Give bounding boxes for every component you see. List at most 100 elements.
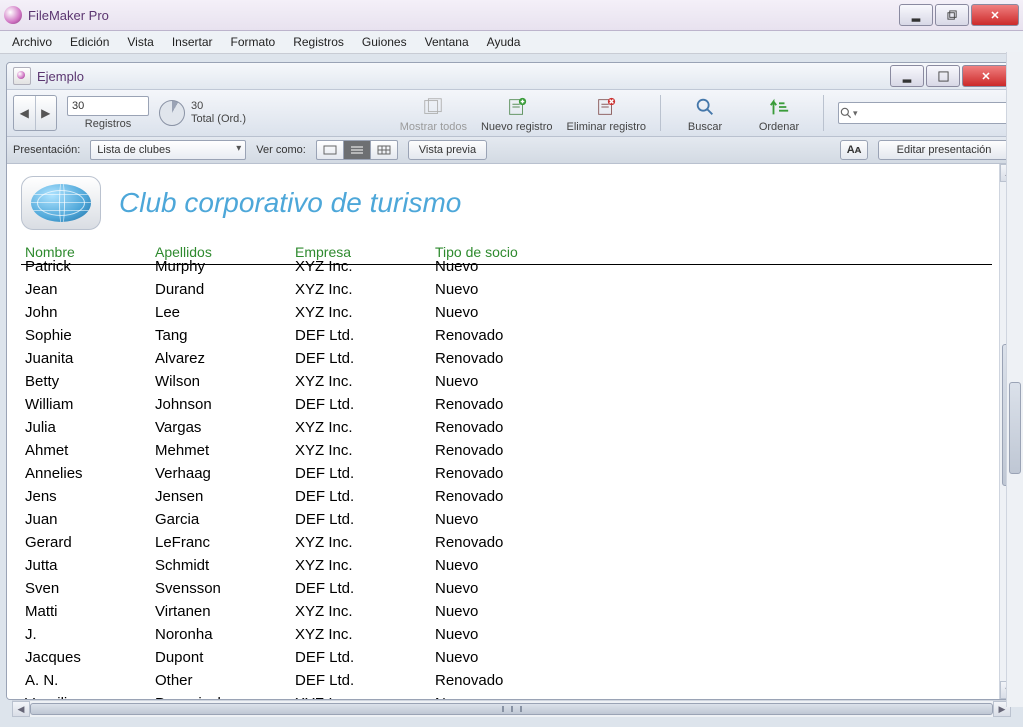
next-record-icon[interactable]: ▶ [36,96,57,130]
view-form-button[interactable] [316,140,344,160]
cell-apellidos[interactable]: Mehmet [151,439,291,462]
cell-tipo[interactable]: Nuevo [431,646,591,669]
table-row[interactable]: WilliamJohnsonDEF Ltd.Renovado [21,393,992,416]
table-row[interactable]: JensJensenDEF Ltd.Renovado [21,485,992,508]
cell-apellidos[interactable]: Wilson [151,370,291,393]
cell-empresa[interactable]: DEF Ltd. [291,485,431,508]
cell-empresa[interactable]: XYZ Inc. [291,416,431,439]
cell-empresa[interactable]: DEF Ltd. [291,669,431,692]
cell-tipo[interactable]: Nuevo [431,301,591,324]
cell-apellidos[interactable]: Papanicolaou [151,692,291,699]
cell-empresa[interactable]: XYZ Inc. [291,439,431,462]
table-row[interactable]: JohnLeeXYZ Inc.Nuevo [21,301,992,324]
menu-registros[interactable]: Registros [285,33,352,51]
cell-apellidos[interactable]: Noronha [151,623,291,646]
cell-nombre[interactable]: Vassilis [21,692,151,699]
menu-edicion[interactable]: Edición [62,33,117,51]
find-button[interactable]: Buscar [675,93,735,133]
new-record-button[interactable]: Nuevo registro [481,93,553,133]
cell-nombre[interactable]: Betty [21,370,151,393]
doc-close-button[interactable] [962,65,1010,87]
cell-apellidos[interactable]: Garcia [151,508,291,531]
cell-apellidos[interactable]: LeFranc [151,531,291,554]
cell-tipo[interactable]: Nuevo [431,255,591,278]
menu-ayuda[interactable]: Ayuda [479,33,529,51]
cell-tipo[interactable]: Nuevo [431,623,591,646]
table-row[interactable]: AnneliesVerhaagDEF Ltd.Renovado [21,462,992,485]
cell-nombre[interactable]: Patrick [21,255,151,278]
cell-tipo[interactable]: Renovado [431,416,591,439]
cell-nombre[interactable]: Juanita [21,347,151,370]
cell-apellidos[interactable]: Other [151,669,291,692]
delete-record-button[interactable]: Eliminar registro [567,93,646,133]
cell-nombre[interactable]: Sophie [21,324,151,347]
cell-apellidos[interactable]: Verhaag [151,462,291,485]
table-row[interactable]: JuanGarciaDEF Ltd.Nuevo [21,508,992,531]
cell-nombre[interactable]: Annelies [21,462,151,485]
cell-nombre[interactable]: Jutta [21,554,151,577]
cell-empresa[interactable]: DEF Ltd. [291,577,431,600]
cell-tipo[interactable]: Renovado [431,324,591,347]
table-row[interactable]: MattiVirtanenXYZ Inc.Nuevo [21,600,992,623]
table-row[interactable]: JeanDurandXYZ Inc.Nuevo [21,278,992,301]
view-table-button[interactable] [371,140,398,160]
table-row[interactable]: GerardLeFrancXYZ Inc.Renovado [21,531,992,554]
cell-tipo[interactable]: Nuevo [431,600,591,623]
hscroll-thumb[interactable] [30,703,993,715]
table-row[interactable]: J.NoronhaXYZ Inc.Nuevo [21,623,992,646]
layout-selector[interactable]: Lista de clubes [90,140,246,160]
cell-tipo[interactable]: Renovado [431,347,591,370]
cell-empresa[interactable]: XYZ Inc. [291,600,431,623]
menu-archivo[interactable]: Archivo [4,33,60,51]
cell-nombre[interactable]: A. N. [21,669,151,692]
cell-apellidos[interactable]: Svensson [151,577,291,600]
prev-record-icon[interactable]: ◀ [14,96,36,130]
cell-apellidos[interactable]: Lee [151,301,291,324]
cell-empresa[interactable]: XYZ Inc. [291,554,431,577]
close-button[interactable] [971,4,1019,26]
minimize-button[interactable] [899,4,933,26]
menu-guiones[interactable]: Guiones [354,33,415,51]
cell-tipo[interactable]: Nuevo [431,278,591,301]
menu-insertar[interactable]: Insertar [164,33,221,51]
cell-nombre[interactable]: Gerard [21,531,151,554]
cell-nombre[interactable]: Julia [21,416,151,439]
edit-layout-button[interactable]: Editar presentación [878,140,1010,160]
cell-apellidos[interactable]: Virtanen [151,600,291,623]
cell-apellidos[interactable]: Johnson [151,393,291,416]
cell-nombre[interactable]: William [21,393,151,416]
formatting-bar-toggle[interactable]: Aᴀ [840,140,868,160]
table-row[interactable]: JuttaSchmidtXYZ Inc.Nuevo [21,554,992,577]
sort-button[interactable]: Ordenar [749,93,809,133]
cell-apellidos[interactable]: Durand [151,278,291,301]
outer-vscroll-thumb[interactable] [1009,382,1021,474]
table-row[interactable]: SvenSvenssonDEF Ltd.Nuevo [21,577,992,600]
cell-nombre[interactable]: Sven [21,577,151,600]
cell-tipo[interactable]: Renovado [431,531,591,554]
cell-empresa[interactable]: XYZ Inc. [291,623,431,646]
menu-ventana[interactable]: Ventana [417,33,477,51]
cell-empresa[interactable]: DEF Ltd. [291,508,431,531]
cell-apellidos[interactable]: Vargas [151,416,291,439]
view-list-button[interactable] [344,140,371,160]
cell-apellidos[interactable]: Jensen [151,485,291,508]
cell-empresa[interactable]: XYZ Inc. [291,255,431,278]
cell-tipo[interactable]: Nuevo [431,692,591,699]
cell-empresa[interactable]: DEF Ltd. [291,324,431,347]
maximize-button[interactable] [935,4,969,26]
cell-nombre[interactable]: Jean [21,278,151,301]
cell-apellidos[interactable]: Alvarez [151,347,291,370]
record-navigator[interactable]: ◀ ▶ [13,95,57,131]
table-row[interactable]: BettyWilsonXYZ Inc.Nuevo [21,370,992,393]
cell-nombre[interactable]: Juan [21,508,151,531]
cell-empresa[interactable]: DEF Ltd. [291,393,431,416]
cell-nombre[interactable]: J. [21,623,151,646]
table-row[interactable]: AhmetMehmetXYZ Inc.Renovado [21,439,992,462]
table-row[interactable]: JuanitaAlvarezDEF Ltd.Renovado [21,347,992,370]
cell-nombre[interactable]: Jens [21,485,151,508]
hscroll-left-icon[interactable]: ◀ [12,701,30,717]
cell-nombre[interactable]: John [21,301,151,324]
cell-tipo[interactable]: Renovado [431,485,591,508]
table-row[interactable]: PatrickMurphyXYZ Inc.Nuevo [21,255,992,278]
cell-apellidos[interactable]: Schmidt [151,554,291,577]
